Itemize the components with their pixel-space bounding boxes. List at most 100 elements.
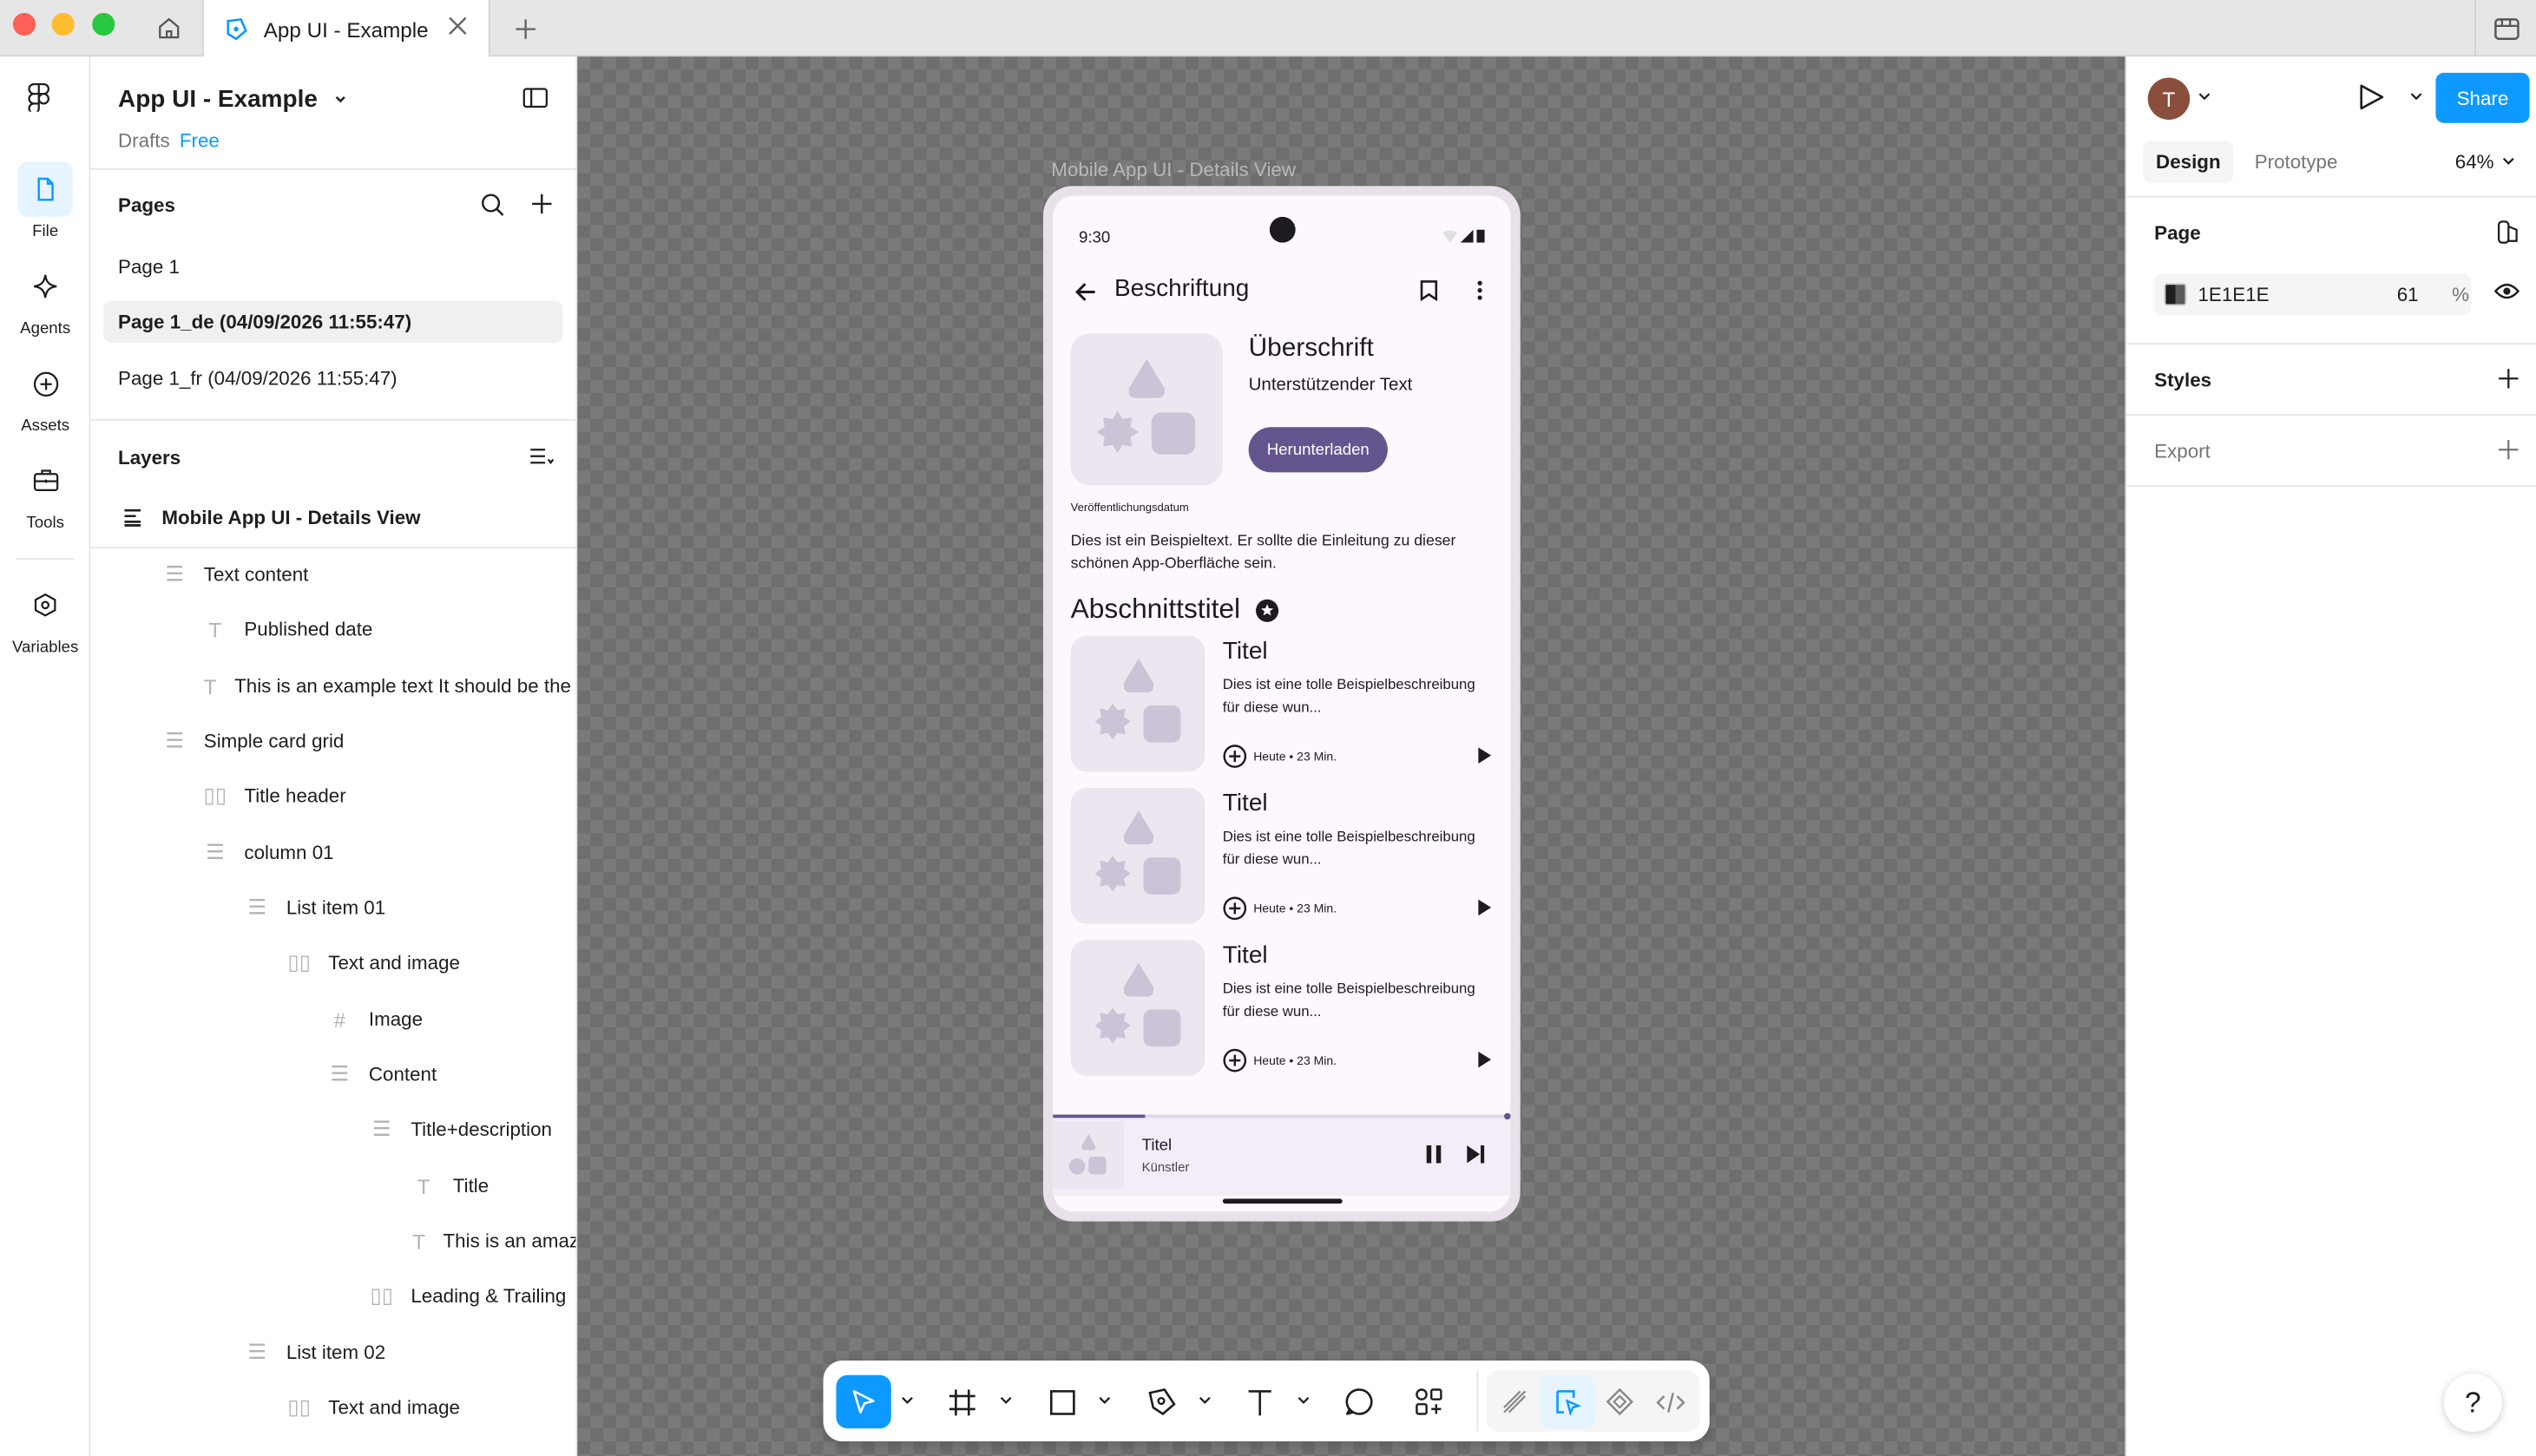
add-style-icon[interactable] [2497, 367, 2520, 390]
close-tab-icon[interactable] [446, 15, 469, 37]
add-circle-icon[interactable] [1223, 896, 1247, 921]
layer-row[interactable]: ☰ List item 02 [90, 1328, 575, 1377]
frame-label[interactable]: Mobile App UI - Details View [1051, 159, 1296, 181]
page-color-field[interactable]: 1E1E1E 61 % [2154, 273, 2472, 316]
layer-row[interactable]: T This is an amazing description [90, 1217, 575, 1265]
more-vert-icon[interactable] [1476, 280, 1482, 301]
dev-mode-button[interactable] [1643, 1375, 1698, 1429]
layer-row[interactable]: ☰ Text content [90, 550, 575, 599]
page-item-selected[interactable]: Page 1_de (04/09/2026 11:55:47) [103, 300, 563, 344]
window-titlebar: App UI - Example [0, 0, 2536, 59]
new-tab-button[interactable] [504, 0, 546, 56]
page-settings-icon[interactable] [2497, 220, 2521, 245]
pause-icon[interactable] [1426, 1144, 1442, 1164]
pen-tool-button[interactable] [1133, 1375, 1188, 1429]
draw-mode-button[interactable] [1487, 1375, 1541, 1429]
share-button[interactable]: Share [2435, 72, 2530, 123]
add-export-icon[interactable] [2497, 438, 2520, 461]
breadcrumb-drafts[interactable]: Drafts [118, 129, 170, 152]
layer-row[interactable]: ▯▯ Text and image [90, 1383, 575, 1432]
rail-item-file[interactable]: File [0, 161, 90, 241]
chevron-down-icon[interactable] [1098, 1396, 1111, 1406]
chevron-down-icon[interactable] [1199, 1396, 1212, 1406]
comment-tool-button[interactable] [1331, 1375, 1386, 1429]
layer-row[interactable]: T Title [90, 1162, 575, 1210]
layer-row[interactable]: T This is an example text It should be t… [90, 662, 576, 711]
layer-row[interactable]: ▯▯ Leading & Trailing [90, 1271, 575, 1320]
color-swatch[interactable] [2164, 283, 2187, 306]
actions-tool-button[interactable] [1401, 1375, 1455, 1429]
rail-item-variables[interactable]: Variables [0, 578, 90, 657]
frame-hash-icon: # [333, 1007, 346, 1032]
list-item-card[interactable]: Titel Dies ist eine tolle Beispielbeschr… [1070, 787, 1495, 924]
layer-row[interactable]: Mobile App UI - Details View [90, 494, 575, 542]
present-play-icon[interactable] [2358, 82, 2386, 112]
text-icon: T [208, 617, 222, 642]
back-arrow-icon[interactable] [1074, 281, 1096, 302]
search-pages-icon[interactable] [480, 193, 504, 217]
download-button[interactable]: Herunterladen [1248, 427, 1388, 473]
layer-label: Content [368, 1062, 437, 1086]
chevron-down-icon[interactable] [2198, 92, 2211, 102]
skip-next-icon[interactable] [1467, 1144, 1485, 1164]
window-menu-button[interactable] [2474, 0, 2536, 57]
chevron-down-icon[interactable] [1298, 1396, 1311, 1406]
home-button[interactable] [136, 0, 201, 56]
chevron-down-icon[interactable] [1000, 1396, 1013, 1406]
layer-row[interactable]: ☰ Content [90, 1050, 575, 1099]
playback-progress-bar[interactable] [1053, 1112, 1511, 1120]
chevron-down-icon[interactable] [901, 1396, 914, 1406]
color-opacity-input[interactable]: 61 [2397, 283, 2419, 305]
file-name-menu[interactable]: App UI - Example [118, 86, 348, 114]
add-circle-icon[interactable] [1223, 1048, 1247, 1072]
card-meta: Heute • 23 Min. [1223, 896, 1337, 921]
rail-item-tools[interactable]: Tools [0, 453, 90, 532]
layer-row[interactable]: ☰ column 01 [90, 829, 575, 877]
close-window-button[interactable] [12, 12, 36, 36]
play-icon[interactable] [1478, 1051, 1492, 1068]
layer-row[interactable]: ☰ Simple card grid [90, 717, 575, 765]
layer-row[interactable]: ▯▯ Text and image [90, 938, 575, 987]
play-icon[interactable] [1478, 747, 1492, 764]
frame-tool-button[interactable] [935, 1375, 989, 1429]
rectangle-tool-button[interactable] [1035, 1375, 1090, 1429]
tab-prototype[interactable]: Prototype [2242, 141, 2351, 182]
text-tool-button[interactable] [1232, 1375, 1287, 1429]
chevron-down-icon[interactable] [2410, 92, 2423, 102]
plan-badge[interactable]: Free [180, 129, 220, 152]
figma-logo-icon[interactable] [24, 82, 54, 120]
list-item-card[interactable]: Titel Dies ist eine tolle Beispielbeschr… [1070, 940, 1495, 1076]
color-hex-input[interactable]: 1E1E1E [2198, 283, 2269, 305]
layer-row[interactable]: ▯▯ Title header [90, 771, 575, 820]
layer-row[interactable]: ☰ Title+description [90, 1105, 575, 1153]
move-tool-button[interactable] [836, 1374, 891, 1429]
autolayout-icon: ☰ [165, 727, 185, 752]
file-tab[interactable]: App UI - Example [201, 0, 490, 59]
layer-row[interactable]: # Image [90, 995, 575, 1044]
add-page-icon[interactable] [530, 193, 553, 215]
sidebar-toggle-button[interactable] [522, 88, 549, 117]
design-canvas[interactable]: Mobile App UI - Details View 9:30 Beschr… [577, 56, 2125, 1456]
components-mode-button[interactable] [1592, 1375, 1646, 1429]
layer-options-icon[interactable] [529, 445, 555, 468]
rail-item-assets[interactable]: Assets [0, 356, 90, 436]
page-item[interactable]: Page 1 [103, 246, 562, 287]
add-circle-icon[interactable] [1223, 744, 1247, 769]
minimize-window-button[interactable] [51, 12, 75, 36]
phone-frame[interactable]: 9:30 Beschriftung Überschrift Unterstütz… [1042, 186, 1521, 1222]
design-mode-button[interactable] [1540, 1374, 1595, 1429]
tab-design[interactable]: Design [2143, 141, 2234, 183]
page-item[interactable]: Page 1_fr (04/09/2026 11:55:47) [103, 357, 562, 399]
list-item-card[interactable]: Titel Dies ist eine tolle Beispielbeschr… [1070, 635, 1495, 772]
mini-player[interactable]: Titel Künstler [1053, 1112, 1511, 1196]
play-icon[interactable] [1478, 899, 1492, 916]
maximize-window-button[interactable] [92, 12, 115, 36]
bookmark-icon[interactable] [1420, 280, 1438, 301]
avatar[interactable]: T [2147, 77, 2191, 120]
layer-row[interactable]: ☰ List item 01 [90, 883, 575, 932]
help-button[interactable]: ? [2443, 1373, 2502, 1432]
rail-item-agents[interactable]: Agents [0, 259, 90, 338]
layer-row[interactable]: T Published date [90, 605, 575, 653]
eye-icon[interactable] [2493, 281, 2520, 300]
zoom-menu[interactable]: 64% [2455, 150, 2515, 173]
